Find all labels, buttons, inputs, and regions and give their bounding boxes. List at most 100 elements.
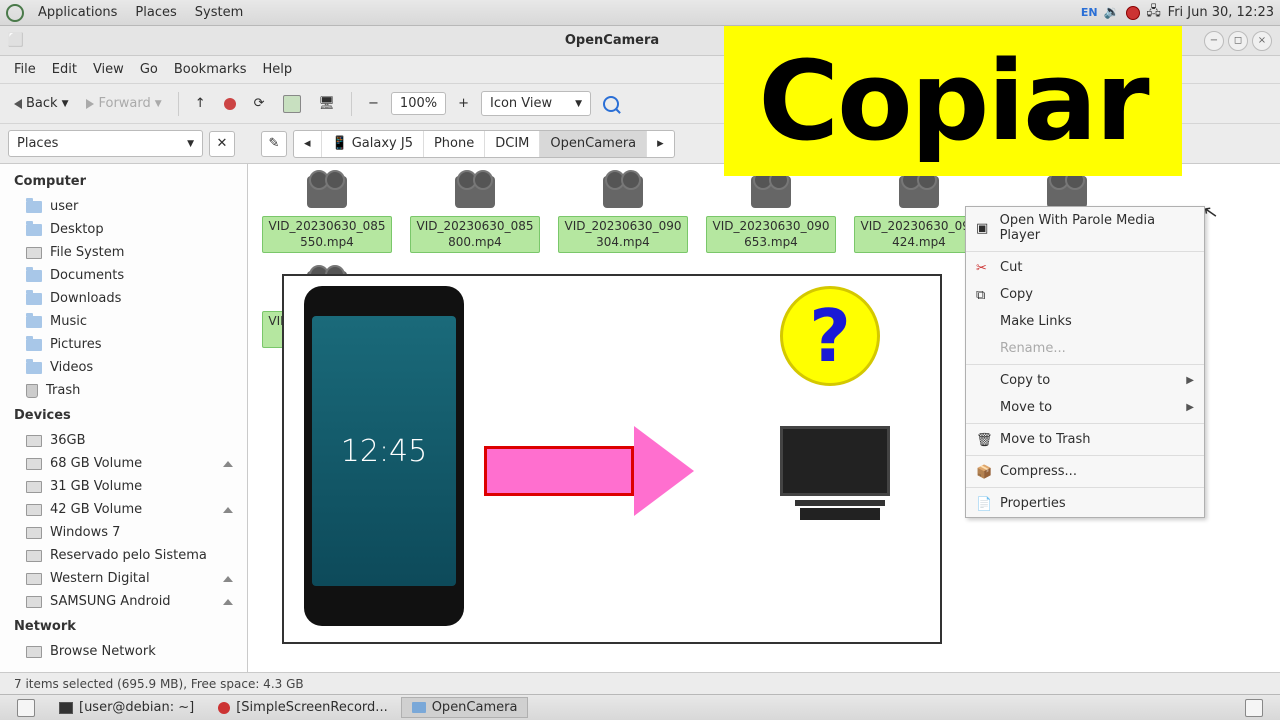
file-name: VID_20230630_085800.mp4 bbox=[410, 216, 540, 253]
ctx-properties[interactable]: 📄Properties bbox=[966, 490, 1204, 517]
path-seg-dcim[interactable]: DCIM bbox=[485, 131, 540, 157]
computer-button[interactable]: 🖥 bbox=[313, 92, 342, 115]
workspace-switcher[interactable] bbox=[1234, 696, 1274, 720]
menu-applications[interactable]: Applications bbox=[30, 2, 125, 23]
task-opencamera[interactable]: OpenCamera bbox=[401, 697, 529, 718]
disk-icon bbox=[26, 504, 42, 516]
disk-icon bbox=[26, 527, 42, 539]
menu-edit[interactable]: Edit bbox=[44, 58, 85, 81]
file-item[interactable]: VID_20230630_085800.mp4 bbox=[410, 176, 540, 253]
folder-icon bbox=[26, 224, 42, 236]
zoom-in-button[interactable]: + bbox=[452, 92, 475, 115]
sidebar-item-wd[interactable]: Western Digital bbox=[0, 567, 247, 590]
sidebar-item-pictures[interactable]: Pictures bbox=[0, 333, 247, 356]
task-screenrecord[interactable]: [SimpleScreenRecord... bbox=[207, 697, 398, 718]
path-seg-galaxy[interactable]: 📱Galaxy J5 bbox=[322, 131, 424, 157]
menu-help[interactable]: Help bbox=[254, 58, 300, 81]
close-button[interactable]: × bbox=[1252, 31, 1272, 51]
sidebar-item-user[interactable]: user bbox=[0, 195, 247, 218]
disk-icon bbox=[26, 435, 42, 447]
edit-path-button[interactable]: ✎ bbox=[261, 131, 287, 157]
show-desktop-button[interactable] bbox=[6, 696, 46, 720]
ctx-move-to[interactable]: Move to▶ bbox=[966, 394, 1204, 421]
sidebar-item-42gb[interactable]: 42 GB Volume bbox=[0, 498, 247, 521]
network-icon bbox=[26, 646, 42, 658]
ctx-make-links[interactable]: Make Links bbox=[966, 308, 1204, 335]
sidebar-item-68gb[interactable]: 68 GB Volume bbox=[0, 452, 247, 475]
ctx-copy[interactable]: ⧉Copy bbox=[966, 281, 1204, 308]
search-button[interactable] bbox=[597, 92, 625, 116]
eject-icon[interactable] bbox=[223, 461, 233, 467]
sidebar-item-videos[interactable]: Videos bbox=[0, 356, 247, 379]
ctx-compress[interactable]: 📦Compress... bbox=[966, 458, 1204, 485]
menu-bookmarks[interactable]: Bookmarks bbox=[166, 58, 255, 81]
menu-go[interactable]: Go bbox=[132, 58, 166, 81]
blank-icon bbox=[976, 374, 990, 388]
path-label: Galaxy J5 bbox=[352, 136, 413, 151]
sidebar-item-36gb[interactable]: 36GB bbox=[0, 429, 247, 452]
file-item[interactable]: VID_20230630_090304.mp4 bbox=[558, 176, 688, 253]
eject-icon[interactable] bbox=[223, 599, 233, 605]
sidebar-item-trash[interactable]: Trash bbox=[0, 379, 247, 402]
sidebar-item-windows7[interactable]: Windows 7 bbox=[0, 521, 247, 544]
sidebar-item-desktop[interactable]: Desktop bbox=[0, 218, 247, 241]
path-seg-opencamera[interactable]: OpenCamera bbox=[540, 131, 647, 157]
forward-button[interactable]: Forward▼ bbox=[80, 92, 167, 115]
close-sidebar-button[interactable]: ✕ bbox=[209, 131, 235, 157]
disk-icon bbox=[26, 573, 42, 585]
pc-illustration bbox=[780, 426, 900, 526]
path-forward-button[interactable]: ▸ bbox=[647, 131, 674, 157]
eject-icon[interactable] bbox=[223, 507, 233, 513]
zoom-out-button[interactable]: − bbox=[362, 92, 385, 115]
ctx-cut[interactable]: ✂Cut bbox=[966, 254, 1204, 281]
volume-icon[interactable]: 🔉 bbox=[1104, 5, 1120, 21]
sidebar-item-browse-network[interactable]: Browse Network bbox=[0, 640, 247, 663]
top-panel: Applications Places System EN 🔉 🖧 Fri Ju… bbox=[0, 0, 1280, 26]
maximize-button[interactable]: ◻ bbox=[1228, 31, 1248, 51]
breadcrumb: ◂ 📱Galaxy J5 Phone DCIM OpenCamera ▸ bbox=[293, 130, 675, 158]
network-icon[interactable]: 🖧 bbox=[1146, 5, 1162, 21]
up-button[interactable]: ↑ bbox=[189, 92, 212, 115]
sidebar-item-label: SAMSUNG Android bbox=[50, 594, 171, 609]
file-item[interactable]: VID_20230630_090653.mp4 bbox=[706, 176, 836, 253]
reload-button[interactable]: ⟳ bbox=[248, 92, 271, 115]
sidebar-item-31gb[interactable]: 31 GB Volume bbox=[0, 475, 247, 498]
file-item[interactable]: VID_20230630_085550.mp4 bbox=[262, 176, 392, 253]
disk-icon bbox=[26, 458, 42, 470]
disk-icon bbox=[26, 596, 42, 608]
stop-button[interactable] bbox=[218, 94, 242, 114]
record-indicator-icon[interactable] bbox=[1126, 6, 1140, 20]
sidebar-item-samsung[interactable]: SAMSUNG Android bbox=[0, 590, 247, 613]
task-terminal[interactable]: [user@debian: ~] bbox=[48, 697, 205, 718]
zoom-level[interactable]: 100% bbox=[391, 92, 446, 115]
keyboard-layout[interactable]: EN bbox=[1081, 6, 1098, 19]
places-selector[interactable]: Places▼ bbox=[8, 130, 203, 157]
menu-places[interactable]: Places bbox=[127, 2, 184, 23]
view-mode-select[interactable]: Icon View▼ bbox=[481, 91, 591, 116]
minimize-button[interactable]: − bbox=[1204, 31, 1224, 51]
video-icon bbox=[751, 176, 791, 208]
ctx-copy-to[interactable]: Copy to▶ bbox=[966, 367, 1204, 394]
sidebar-item-reservado[interactable]: Reservado pelo Sistema bbox=[0, 544, 247, 567]
ctx-open-with[interactable]: ▣Open With Parole Media Player bbox=[966, 207, 1204, 249]
search-icon bbox=[603, 96, 619, 112]
sidebar-item-documents[interactable]: Documents bbox=[0, 264, 247, 287]
sidebar-item-label: Desktop bbox=[50, 222, 104, 237]
sidebar-head-devices: Devices bbox=[0, 402, 247, 429]
video-icon bbox=[899, 176, 939, 208]
back-button[interactable]: Back▼ bbox=[8, 92, 74, 115]
sidebar-item-filesystem[interactable]: File System bbox=[0, 241, 247, 264]
ctx-move-trash[interactable]: 🗑Move to Trash bbox=[966, 426, 1204, 453]
play-icon: ▣ bbox=[976, 221, 990, 235]
menu-system[interactable]: System bbox=[187, 2, 251, 23]
path-back-button[interactable]: ◂ bbox=[294, 131, 322, 157]
sidebar-item-music[interactable]: Music bbox=[0, 310, 247, 333]
home-button[interactable] bbox=[277, 91, 307, 117]
path-seg-phone[interactable]: Phone bbox=[424, 131, 485, 157]
menu-view[interactable]: View bbox=[85, 58, 132, 81]
sidebar-item-downloads[interactable]: Downloads bbox=[0, 287, 247, 310]
eject-icon[interactable] bbox=[223, 576, 233, 582]
menu-file[interactable]: File bbox=[6, 58, 44, 81]
chevron-right-icon: ▶ bbox=[1186, 375, 1194, 386]
clock[interactable]: Fri Jun 30, 12:23 bbox=[1168, 5, 1274, 20]
